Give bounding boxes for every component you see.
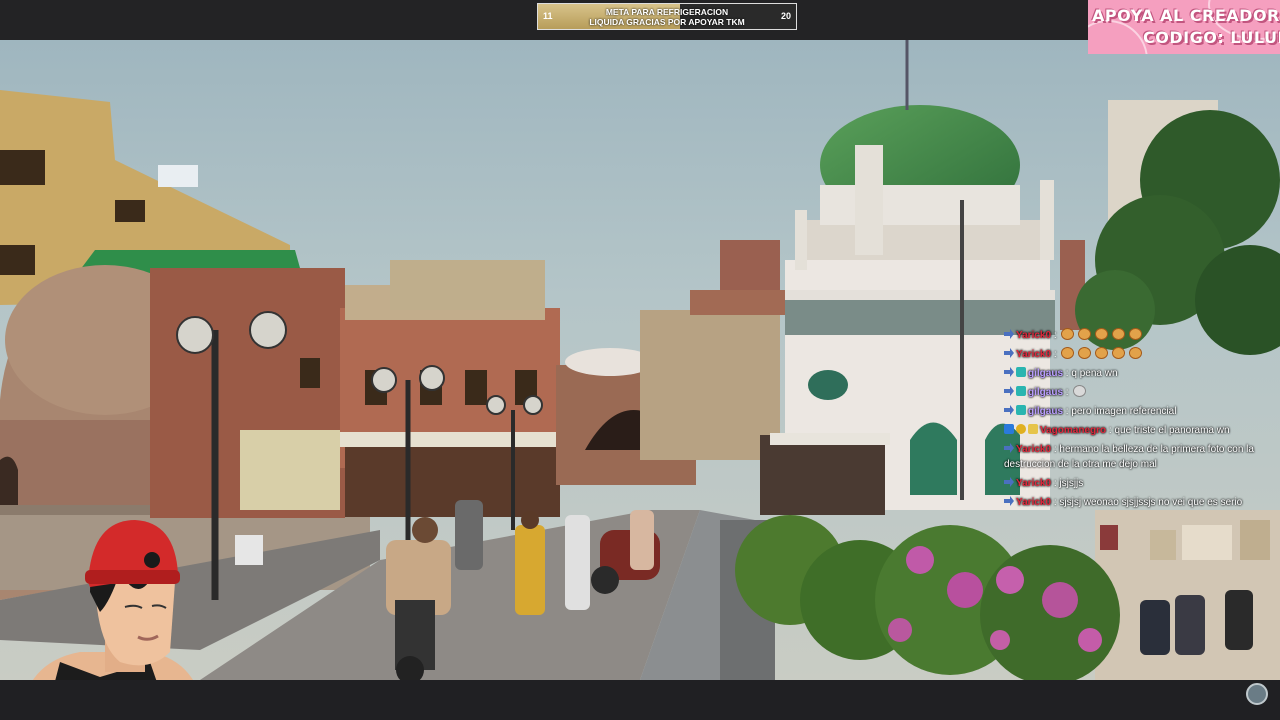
chat-emote-icon <box>1073 385 1087 397</box>
chat-emote-icon <box>1112 328 1126 340</box>
stream-view: 11 META PARA REFRIGERACION LIQUIDA GRACI… <box>0 0 1280 720</box>
sub-badge-icon <box>1016 405 1026 415</box>
arrow-badge-icon <box>1004 496 1014 506</box>
chat-username[interactable]: Yarick0 <box>1016 444 1051 455</box>
creator-banner-line2: CODIGO: LULUI <box>1143 28 1280 47</box>
chat-message: Vagomanegro : que triste el panorama wn <box>1004 421 1280 440</box>
star-badge-icon <box>1028 424 1038 434</box>
arrow-badge-icon <box>1004 348 1014 358</box>
chat-message: Yarick0 : jsjsjjs <box>1004 474 1280 493</box>
donation-goal-bar: 11 META PARA REFRIGERACION LIQUIDA GRACI… <box>537 3 797 30</box>
chat-emote-icon <box>1112 347 1126 359</box>
chat-emote-icon <box>1078 347 1092 359</box>
chat-message: Yarick0 : <box>1004 326 1280 345</box>
chat-username[interactable]: Yarick0 <box>1016 497 1051 508</box>
chat-message: Yarick0 : hermano la belleza de la prime… <box>1004 440 1280 474</box>
chat-message: gilgaus : <box>1004 383 1280 402</box>
chat-emote-icon <box>1061 347 1075 359</box>
chat-text: pero imagen referencial <box>1071 406 1177 417</box>
goal-end-value: 20 <box>780 11 791 21</box>
chat-username[interactable]: gilgaus <box>1028 387 1063 398</box>
chat-message: gilgaus : q pena wn <box>1004 364 1280 383</box>
creator-code-banner: APOYA AL CREADOR CODIGO: LULUI <box>1088 0 1280 54</box>
chat-message: Yarick0 : sjsjsj weonao sjsjjssjs no vei… <box>1004 493 1280 512</box>
sub-badge-icon <box>1016 367 1026 377</box>
chat-emote-icon <box>1061 328 1075 340</box>
sub-badge-icon <box>1016 386 1026 396</box>
arrow-badge-icon <box>1004 477 1014 487</box>
channel-avatar-icon[interactable] <box>1246 683 1268 705</box>
chat-message: Yarick0 : <box>1004 345 1280 364</box>
chat-overlay: Yarick0 : Yarick0 : gilgaus : q pena wn g… <box>1004 326 1280 512</box>
chat-text: que triste el panorama wn <box>1114 425 1230 436</box>
goal-title-line1: META PARA REFRIGERACION <box>605 7 729 17</box>
chat-emote-icon <box>1129 328 1143 340</box>
arrow-badge-icon <box>1004 405 1014 415</box>
goal-title: META PARA REFRIGERACION LIQUIDA GRACIAS … <box>538 7 796 27</box>
chat-text: q pena wn <box>1071 368 1118 379</box>
chat-username[interactable]: Yarick0 <box>1016 478 1051 489</box>
chat-separator: : <box>1051 349 1060 360</box>
goal-title-line2: LIQUIDA GRACIAS POR APOYAR TKM <box>589 17 745 27</box>
chat-emote-icon <box>1129 347 1143 359</box>
gold-badge-icon <box>1016 424 1026 434</box>
chat-message: gilgaus : pero imagen referencial <box>1004 402 1280 421</box>
chat-separator: : <box>1063 387 1072 398</box>
chat-emote-icon <box>1095 328 1109 340</box>
chat-emote-icon <box>1095 347 1109 359</box>
arrow-badge-icon <box>1004 386 1014 396</box>
chat-username[interactable]: Yarick0 <box>1016 330 1051 341</box>
creator-banner-line1: APOYA AL CREADOR <box>1092 6 1280 25</box>
chat-username[interactable]: gilgaus <box>1028 406 1063 417</box>
chat-username[interactable]: gilgaus <box>1028 368 1063 379</box>
bottom-bar <box>0 680 1280 720</box>
chat-text: sjsjsj weonao sjsjjssjs no vei que es se… <box>1059 497 1243 508</box>
chat-username[interactable]: Vagomanegro <box>1040 425 1106 436</box>
chat-username[interactable]: Yarick0 <box>1016 349 1051 360</box>
chat-separator: : <box>1051 330 1060 341</box>
chat-text: jsjsjjs <box>1059 478 1084 489</box>
arrow-badge-icon <box>1004 443 1014 453</box>
prime-badge-icon <box>1004 424 1014 434</box>
arrow-badge-icon <box>1004 367 1014 377</box>
chat-emote-icon <box>1078 328 1092 340</box>
banner-swirl-decoration <box>1088 20 1148 54</box>
arrow-badge-icon <box>1004 329 1014 339</box>
